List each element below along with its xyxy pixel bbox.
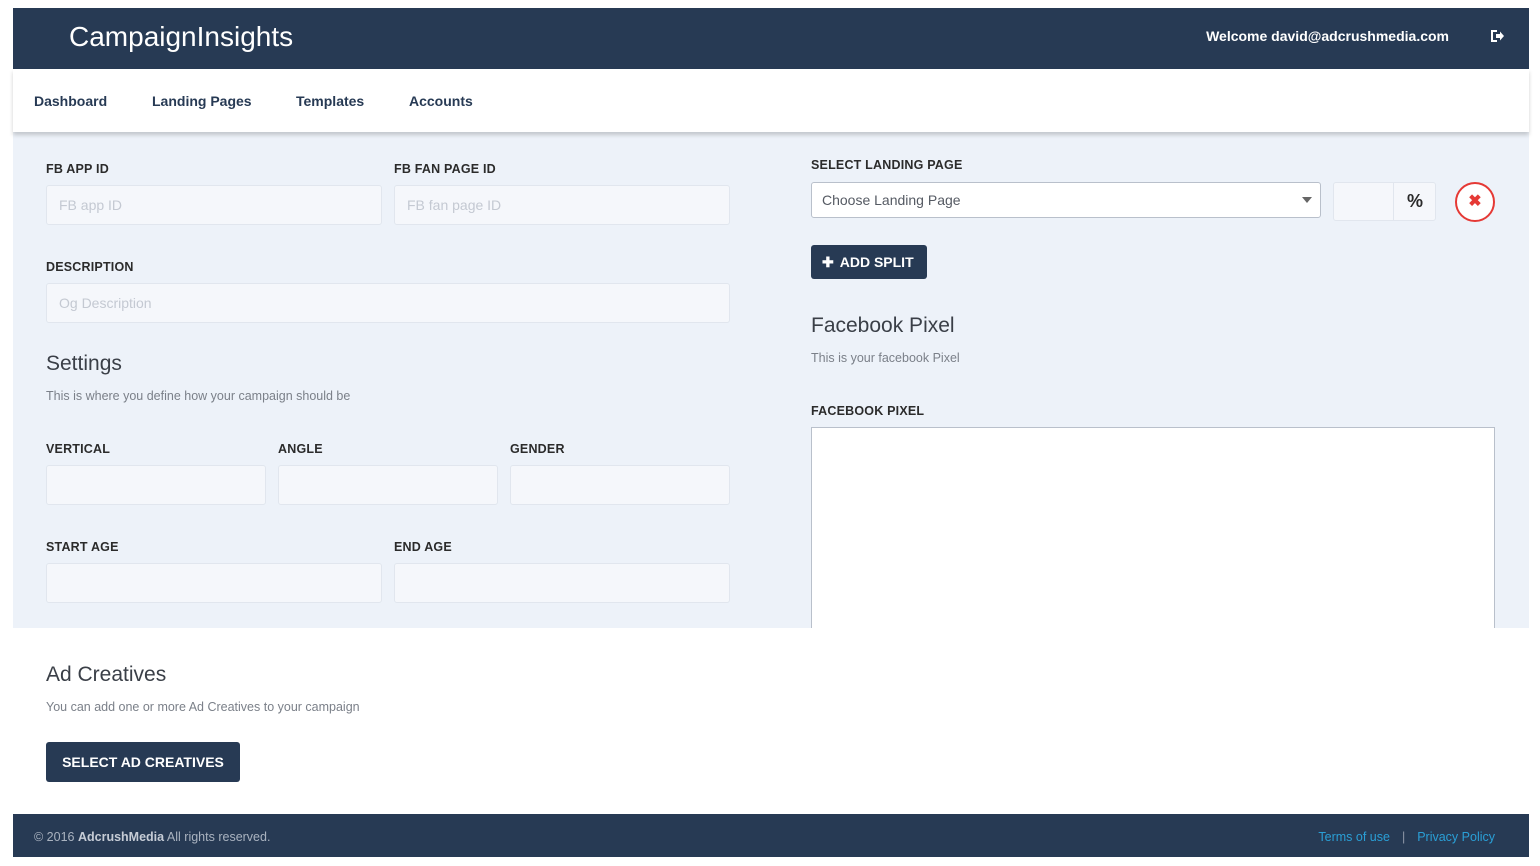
- app-frame: CampaignInsights Welcome david@adcrushme…: [13, 8, 1529, 857]
- welcome-text: Welcome david@adcrushmedia.com: [1206, 28, 1449, 44]
- ad-creatives-title: Ad Creatives: [46, 663, 167, 686]
- end-age-label: END AGE: [394, 540, 452, 554]
- facebook-pixel-subtitle: This is your facebook Pixel: [811, 351, 960, 365]
- copyright-prefix: © 2016: [34, 830, 75, 844]
- privacy-link[interactable]: Privacy Policy: [1417, 830, 1495, 844]
- footer-separator: |: [1401, 830, 1406, 844]
- select-landing-page-label: SELECT LANDING PAGE: [811, 158, 963, 172]
- nav-dashboard[interactable]: Dashboard: [34, 93, 107, 109]
- footer-links: Terms of use | Privacy Policy: [1318, 830, 1495, 844]
- close-icon: ✖: [1468, 193, 1482, 210]
- nav-templates[interactable]: Templates: [296, 93, 364, 109]
- nav-accounts[interactable]: Accounts: [409, 93, 473, 109]
- facebook-pixel-label: FACEBOOK PIXEL: [811, 404, 925, 418]
- description-input[interactable]: Og Description: [46, 283, 730, 323]
- fb-fan-page-id-label: FB FAN PAGE ID: [394, 162, 496, 176]
- gender-input[interactable]: [510, 465, 730, 505]
- description-label: DESCRIPTION: [46, 260, 134, 274]
- angle-input[interactable]: [278, 465, 498, 505]
- start-age-input[interactable]: [46, 563, 382, 603]
- terms-link[interactable]: Terms of use: [1318, 830, 1390, 844]
- fb-fan-page-id-input[interactable]: FB fan page ID: [394, 185, 730, 225]
- start-age-label: START AGE: [46, 540, 119, 554]
- fb-app-id-input[interactable]: FB app ID: [46, 185, 382, 225]
- percent-addon: %: [1393, 182, 1436, 221]
- landing-page-select[interactable]: Choose Landing Page: [811, 182, 1321, 218]
- top-bar: CampaignInsights Welcome david@adcrushme…: [13, 8, 1529, 69]
- ad-creatives-subtitle: You can add one or more Ad Creatives to …: [46, 700, 360, 714]
- footer: © 2016 AdcrushMedia All rights reserved.…: [13, 814, 1529, 857]
- campaign-form-panel: FB APP ID FB app ID FB FAN PAGE ID FB fa…: [13, 132, 1529, 628]
- facebook-pixel-title: Facebook Pixel: [811, 314, 955, 337]
- settings-subtitle: This is where you define how your campai…: [46, 389, 351, 403]
- brand-logo[interactable]: CampaignInsights: [69, 21, 293, 53]
- sign-out-icon[interactable]: [1489, 28, 1505, 44]
- plus-icon: ✚: [822, 254, 834, 270]
- company-name: AdcrushMedia: [77, 830, 165, 844]
- main-nav: Dashboard Landing Pages Templates Accoun…: [13, 69, 1529, 132]
- add-split-button[interactable]: ✚ ADD SPLIT: [811, 245, 927, 279]
- copyright: © 2016 AdcrushMedia All rights reserved.: [34, 830, 270, 844]
- settings-title: Settings: [46, 352, 122, 375]
- add-split-label: ADD SPLIT: [839, 254, 914, 270]
- remove-split-button[interactable]: ✖: [1455, 182, 1495, 222]
- vertical-input[interactable]: [46, 465, 266, 505]
- nav-landing-pages[interactable]: Landing Pages: [152, 93, 252, 109]
- landing-page-select-value: Choose Landing Page: [822, 192, 961, 208]
- angle-label: ANGLE: [278, 442, 323, 456]
- end-age-input[interactable]: [394, 563, 730, 603]
- copyright-suffix: All rights reserved.: [166, 830, 271, 844]
- gender-label: GENDER: [510, 442, 565, 456]
- chevron-down-icon: [1302, 197, 1312, 203]
- vertical-label: VERTICAL: [46, 442, 111, 456]
- select-ad-creatives-button[interactable]: SELECT AD CREATIVES: [46, 742, 240, 782]
- fb-app-id-label: FB APP ID: [46, 162, 109, 176]
- facebook-pixel-textarea[interactable]: [811, 427, 1495, 628]
